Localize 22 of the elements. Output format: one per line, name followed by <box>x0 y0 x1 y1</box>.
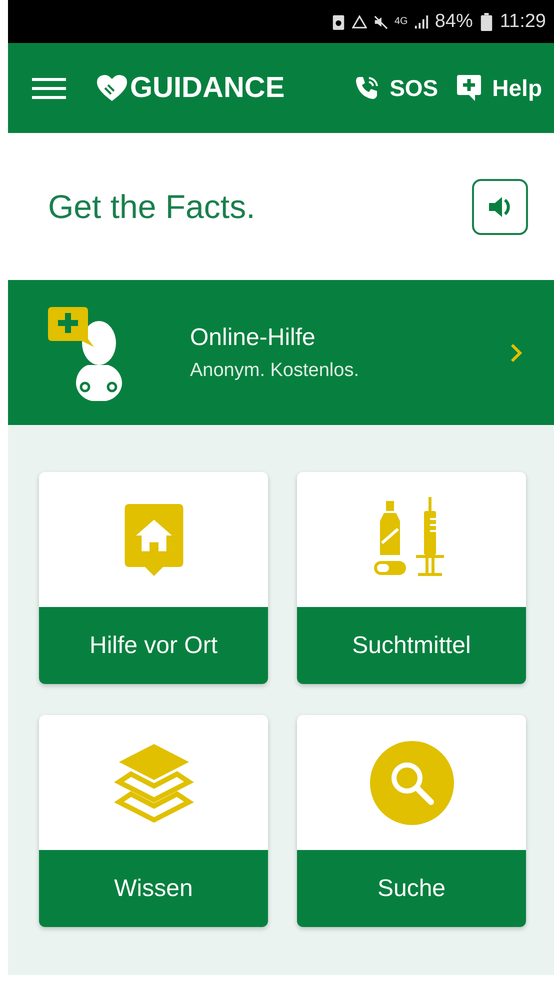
banner-title: Online-Hilfe <box>190 324 316 352</box>
menu-tile[interactable]: Hilfe vor Ort <box>39 472 268 684</box>
banner-subtitle: Anonym. Kostenlos. <box>190 360 359 382</box>
signal-icon <box>414 12 429 30</box>
sos-button[interactable]: SOS <box>354 74 438 102</box>
battery-percent: 84% <box>434 10 473 32</box>
online-help-banner[interactable]: Online-Hilfe Anonym. Kostenlos. <box>8 280 554 425</box>
clock: 11:29 <box>500 10 546 32</box>
menu-tile[interactable]: Suchtmittel <box>297 472 526 684</box>
battery-saver-icon <box>331 12 346 30</box>
battery-icon <box>478 12 494 30</box>
menu-tile[interactable]: Wissen <box>39 715 268 927</box>
menu-tile[interactable]: Suche <box>297 715 526 927</box>
tagline: Get the Facts. <box>48 188 256 226</box>
phone-icon <box>354 74 380 102</box>
app-logo: GUIDANCE <box>130 72 285 104</box>
chevron-right-icon <box>510 342 522 362</box>
plus-chat-icon <box>456 74 482 102</box>
help-button[interactable]: Help <box>456 74 542 102</box>
network-type: 4G <box>394 16 408 27</box>
menu-icon[interactable] <box>32 76 66 100</box>
audio-button[interactable] <box>472 178 528 234</box>
